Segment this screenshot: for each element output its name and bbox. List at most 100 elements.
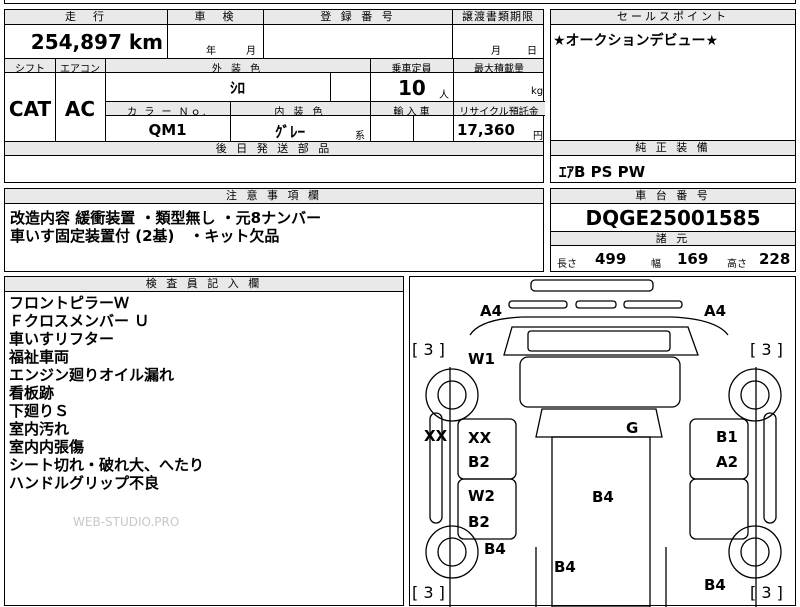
front-right-wheel-inner: [740, 380, 770, 410]
damage-label-left-front-door: XX: [468, 429, 492, 447]
inspector-header: 検 査 員 記 入 欄: [5, 277, 403, 292]
chassis-cell: 車 台 番 号 DQGE25001585 諸 元 長さ 499 幅 169 高さ…: [550, 188, 796, 272]
mileage-cell: 走 行 254,897 km: [4, 9, 168, 59]
watermark: WEB-STUDIO.PRO: [73, 515, 180, 529]
recycle-value: 17,360: [457, 121, 515, 139]
damage-label-roof-center: B4: [592, 488, 614, 506]
transfer-day-unit: 日: [527, 46, 537, 57]
top-strip: [4, 0, 796, 4]
caution-line-2: 車いす固定装置付 (2基) ・キット欠品: [10, 227, 280, 245]
width-value: 169: [677, 250, 709, 268]
sales-point-text: ★オークションデビュー★: [553, 33, 719, 49]
front-bay: [519, 356, 681, 408]
bracket-front-left: [ 3 ]: [412, 340, 445, 359]
width-label: 幅: [651, 259, 661, 270]
rear-right-wheel: [728, 525, 782, 579]
registration-cell: 登 録 番 号: [263, 9, 453, 59]
bracket-front-right: [ 3 ]: [750, 340, 783, 359]
import-header: 輸 入 車: [393, 107, 430, 118]
interior-color-header: 内 装 色: [274, 107, 326, 118]
inspector-note: 下廻りＳ: [9, 402, 70, 420]
capacity-header: 乗車定員: [391, 64, 432, 75]
inspector-note: 室内内張傷: [9, 438, 85, 456]
damage-label-left-rear-door: W2: [468, 487, 495, 505]
front-left-wheel: [425, 368, 479, 422]
inspection-cell: 車 検 年 月: [167, 9, 264, 59]
caution-line-1: 改造内容 緩衝装置 ・類型無し ・元8ナンバー: [10, 209, 322, 227]
front-bumper-top: [530, 279, 654, 292]
mileage-unit: km: [128, 30, 163, 54]
inspector-note: 車いすリフター: [9, 330, 115, 348]
hood-strip-left: [508, 300, 568, 309]
damage-label-rear-center: B4: [554, 558, 576, 576]
aircon-header: エアコン: [60, 64, 100, 75]
rear-right-wheel-inner: [740, 537, 770, 567]
color-no-value: QM1: [148, 121, 187, 139]
chassis-value: DQGE25001585: [585, 206, 761, 230]
max-load-unit: kg: [531, 86, 544, 97]
inspector-note: エンジン廻りオイル漏れ: [9, 366, 175, 384]
front-right-wheel: [728, 368, 782, 422]
later-parts-header: 後 日 発 送 部 品: [5, 142, 543, 156]
shift-value: CAT: [8, 97, 52, 121]
height-label: 高さ: [727, 259, 747, 270]
damage-label-left-rear-lower: B2: [468, 513, 490, 531]
dimensions-header: 諸 元: [551, 232, 795, 246]
inspection-month-unit: 月: [246, 46, 256, 57]
inspector-note: フロントピラーＷ: [9, 294, 130, 312]
sales-point-header: セールスポイント: [551, 10, 795, 25]
damage-label-front-left-corner: A4: [480, 302, 503, 320]
sales-point-cell: セールスポイント ★オークションデビュー★: [550, 9, 796, 141]
rear-step: [535, 547, 667, 607]
damage-label-right-door-lower: A2: [716, 453, 739, 471]
damage-label-front-right-corner: A4: [704, 302, 727, 320]
right-rear-door: [689, 478, 749, 540]
genuine-equipment-header: 純 正 装 備: [551, 141, 795, 156]
damage-label-left-fender: W1: [468, 350, 495, 368]
mileage-header: 走 行: [5, 10, 167, 25]
capacity-value: 10: [398, 76, 426, 100]
damage-label-rear-left-quarter: B4: [484, 540, 506, 558]
damage-label-left-door-lower: B2: [468, 453, 490, 471]
hood-strip-mid: [575, 300, 617, 309]
aircon-value: AC: [64, 97, 96, 121]
front-left-wheel-inner: [437, 380, 467, 410]
transfer-cell: 譲渡書類期限 月 日: [452, 9, 544, 59]
rear-left-wheel: [425, 525, 479, 579]
height-value: 228: [759, 250, 791, 268]
mileage-value: 254,897: [30, 30, 122, 54]
roof: [551, 436, 651, 607]
bracket-rear-right: [ 3 ]: [750, 583, 783, 602]
transfer-header: 譲渡書類期限: [453, 10, 543, 25]
inspection-year-unit: 年: [206, 46, 216, 57]
caution-header: 注 意 事 項 欄: [5, 189, 543, 204]
capacity-unit: 人: [439, 90, 449, 101]
later-parts-cell: 後 日 発 送 部 品: [4, 141, 544, 183]
transfer-month-unit: 月: [491, 46, 501, 57]
inspector-note: ハンドルグリップ不良: [9, 474, 160, 492]
caution-cell: 注 意 事 項 欄 改造内容 緩衝装置 ・類型無し ・元8ナンバー 車いす固定装…: [4, 188, 544, 272]
inspection-header: 車 検: [168, 10, 263, 25]
max-load-header: 最大積載量: [474, 64, 524, 75]
exterior-color-value: ｼﾛ: [229, 79, 245, 97]
genuine-equipment-value: ｴｱB PS PW: [559, 163, 646, 181]
recycle-header: リサイクル預託金: [459, 107, 539, 118]
length-label: 長さ: [557, 259, 577, 270]
windshield: [527, 330, 671, 352]
damage-label-roof-front: G: [626, 419, 639, 437]
damage-label-right-front-door: B1: [716, 428, 738, 446]
bracket-rear-left: [ 3 ]: [412, 583, 445, 602]
inspector-note: シート切れ・破れ大、へたり: [9, 456, 205, 474]
inspector-notes: フロントピラーＷ Ｆクロスメンバー Ｕ 車いすリフター 福祉車両 エンジン廻りオ…: [9, 294, 204, 492]
damage-label-left-mirror: XX: [424, 427, 448, 445]
color-no-header: カ ラ ー Ｎｏ.: [127, 107, 208, 118]
inspector-note: 福祉車両: [9, 348, 70, 366]
inspector-cell: 検 査 員 記 入 欄 フロントピラーＷ Ｆクロスメンバー Ｕ 車いすリフター …: [4, 276, 404, 606]
right-mirror: [763, 412, 777, 524]
damage-label-rear-right-corner: B4: [704, 576, 726, 594]
shift-header: シフト: [15, 64, 45, 75]
registration-header: 登 録 番 号: [264, 10, 452, 25]
interior-color-value: ｸﾞﾚｰ: [274, 123, 305, 141]
length-value: 499: [595, 250, 627, 268]
genuine-equipment-cell: 純 正 装 備 ｴｱB PS PW: [550, 140, 796, 183]
